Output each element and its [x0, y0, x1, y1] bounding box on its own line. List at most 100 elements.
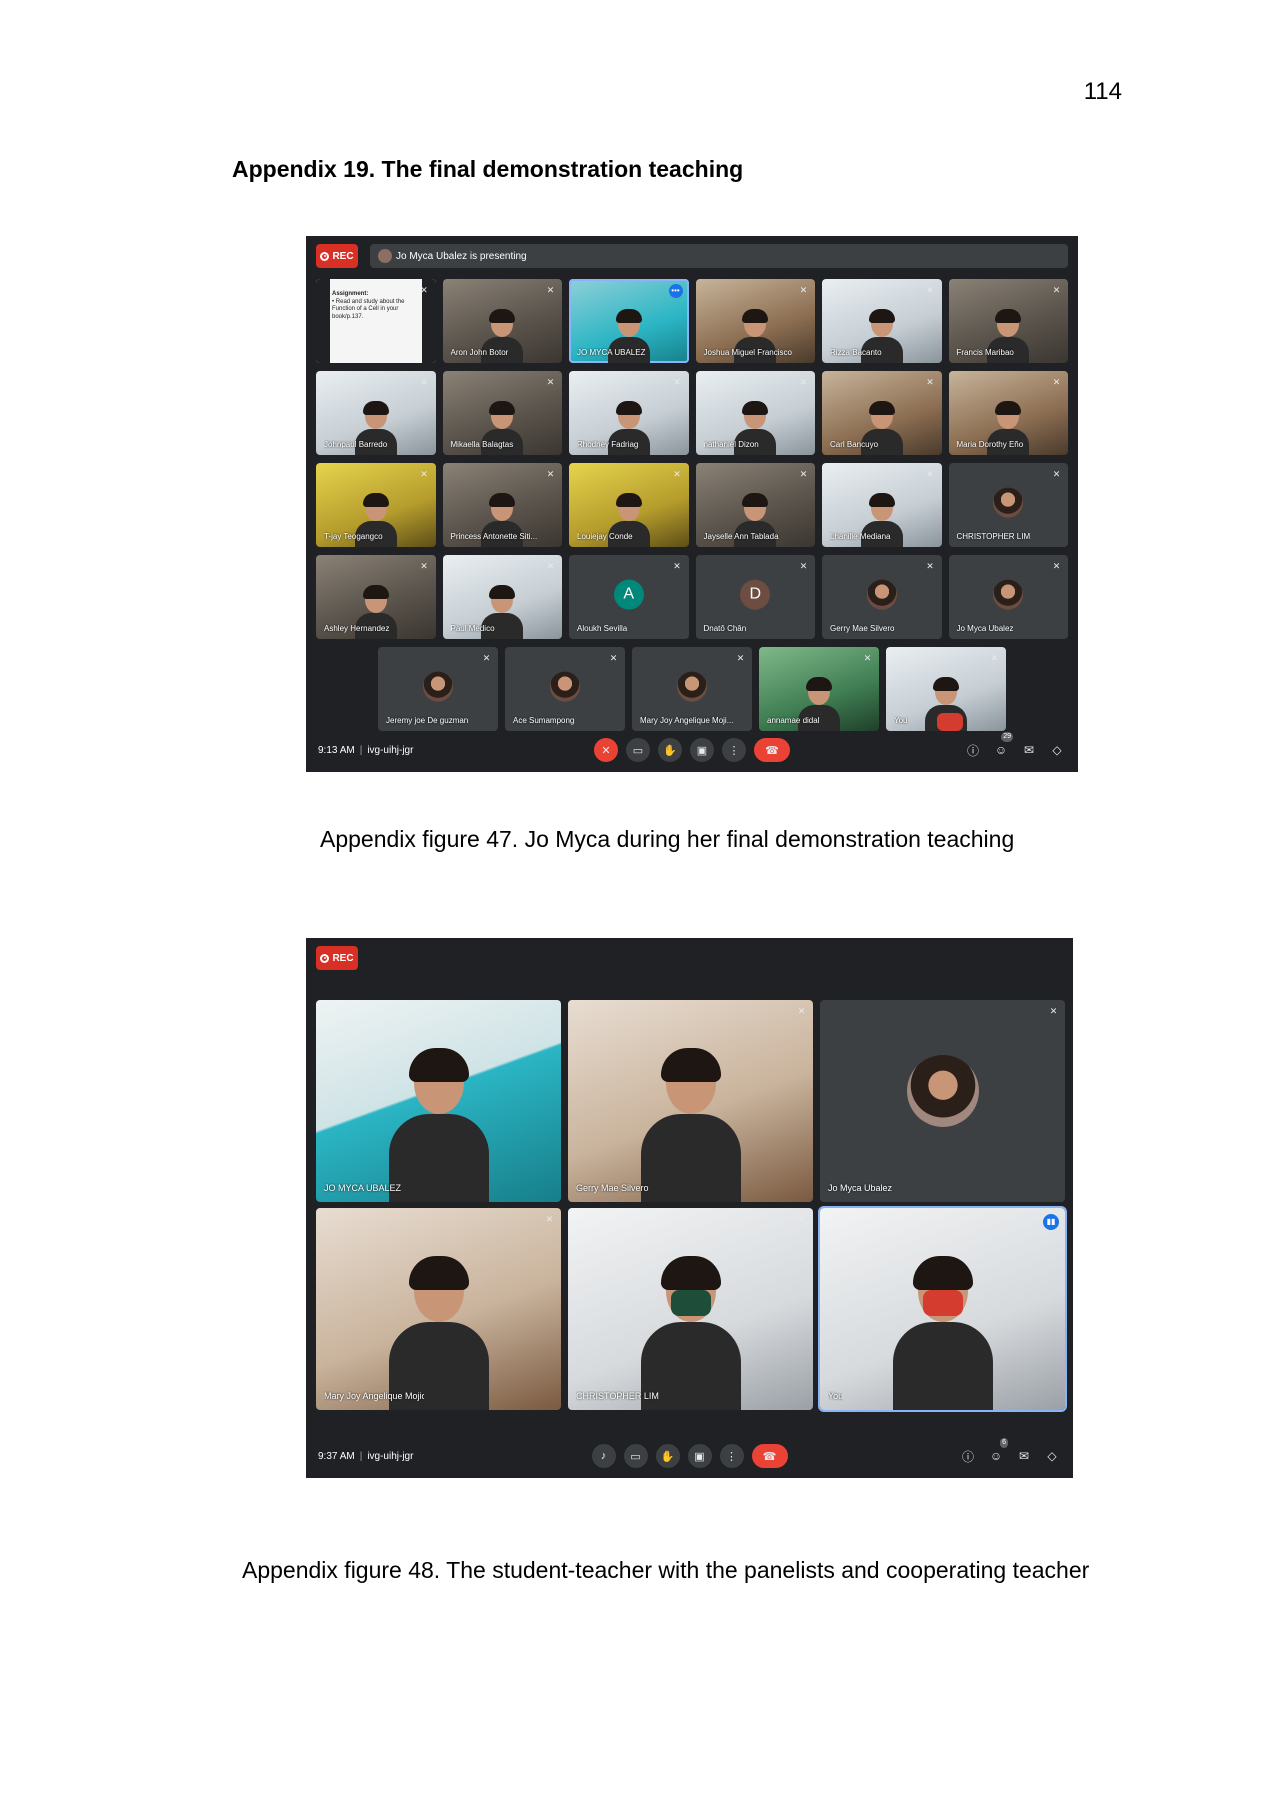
participant-tile[interactable]: ✕ CHRISTOPHER LIM [948, 463, 1068, 547]
present-button[interactable]: ▣ [687, 1444, 712, 1468]
participant-tile[interactable]: Assignment: • Read and study about the Fu… [316, 279, 436, 363]
chat-button[interactable]: ✉ [1015, 1444, 1033, 1468]
present-button[interactable]: ▣ [690, 738, 714, 762]
face-mask [922, 1290, 963, 1316]
participant-tile[interactable]: ✕ Lhanille Mediana [822, 463, 942, 547]
mic-off-icon: ✕ [926, 377, 934, 387]
participant-tile[interactable]: ✕ Ace Sumampong [505, 647, 625, 731]
call-controls: ♪ ▭ ✋ ▣ ⋮ ☎ [591, 1444, 788, 1468]
participant-tile[interactable]: ✕ Jo Myca Ubalez [820, 1000, 1065, 1202]
camera-button[interactable]: ▭ [626, 738, 650, 762]
participant-name: You [828, 1391, 844, 1401]
speaking-indicator-icon: ••• [668, 284, 683, 298]
participant-tile[interactable]: ✕ Mary Joy Angelique Mojica [316, 1208, 561, 1410]
figure-body [892, 1322, 993, 1410]
participant-tile[interactable]: ✕ Jayselle Ann Tablada [695, 463, 815, 547]
more-options-button[interactable]: ⋮ [719, 1444, 744, 1468]
mic-off-icon: ✕ [482, 653, 491, 663]
participant-tile[interactable]: ✕ annamae didal [759, 647, 879, 731]
info-button[interactable]: ⓘ [959, 1444, 977, 1468]
participant-tile[interactable]: ✕ T-jay Teogangco [316, 463, 436, 547]
meeting-time: 9:13 AM [318, 745, 355, 756]
participant-tile[interactable]: ✕ Jo Myca Ubalez [948, 555, 1068, 639]
participant-tile[interactable]: ✕ Rhodney Fadriag [569, 371, 689, 455]
info-button[interactable]: ⓘ [964, 738, 982, 762]
participant-avatar: A [613, 579, 644, 610]
participant-name: T-jay Teogangco [324, 532, 383, 541]
participant-tile[interactable]: ✕ CHRISTOPHER LIM [568, 1208, 813, 1410]
figure-hair [868, 401, 895, 415]
participant-tile[interactable]: ✕ Mikaella Balagtas [442, 371, 562, 455]
mic-off-icon: ✕ [546, 561, 555, 571]
participant-name: Carl Bancuyo [830, 440, 879, 449]
mic-off-icon: ✕ [799, 285, 808, 295]
meeting-info: 9:13 AM | ivg-uihj-jgr [318, 745, 413, 756]
activities-icon: ◇ [1047, 1449, 1057, 1463]
people-button[interactable]: ☺ 29 [992, 732, 1013, 762]
figure-47-caption: Appendix figure 47. Jo Myca during her f… [320, 826, 1015, 852]
meeting-code: ivg-uihj-jgr [367, 1451, 414, 1462]
figure-hair [742, 309, 769, 323]
participant-tile[interactable]: ✕ Louiejay Conde [569, 463, 689, 547]
participant-tile[interactable]: ✕ You [886, 647, 1006, 731]
figure-hair [489, 401, 516, 415]
participant-name: Jeremy joe De guzman [386, 716, 469, 725]
participant-tile[interactable]: A ✕ Aloukh Sevilla [569, 555, 689, 639]
participant-tile[interactable]: JO MYCA UBALEZ [316, 1000, 561, 1202]
more-options-button[interactable]: ⋮ [722, 738, 746, 762]
participant-figure [388, 1048, 489, 1202]
participant-tile[interactable]: ✕ Ashley Hernandez [316, 555, 436, 639]
participant-tile[interactable]: ••• JO MYCA UBALEZ [569, 279, 689, 363]
people-button[interactable]: ☺ 6 [987, 1438, 1008, 1468]
participant-tile[interactable]: ✕ Princess Antonette Siti... [442, 463, 562, 547]
raise-hand-button[interactable]: ✋ [655, 1444, 680, 1468]
chat-button[interactable]: ✉ [1020, 738, 1038, 762]
people-icon: ☺ [989, 1449, 1003, 1463]
participant-tile[interactable]: D ✕ Dnatô Chân [695, 555, 815, 639]
participant-name: Johnpaul Barredo [324, 440, 388, 449]
mic-off-icon: ✕ [601, 744, 611, 757]
participant-name: nathaniel Dizon [703, 440, 759, 449]
participant-tile[interactable]: ✕ Aron John Botor [442, 279, 562, 363]
participant-name: You [894, 716, 908, 725]
participant-tile[interactable]: ✕ Jeremy joe De guzman [378, 647, 498, 731]
camera-button[interactable]: ▭ [623, 1444, 648, 1468]
meeting-time: 9:37 AM [318, 1451, 355, 1462]
participant-tile[interactable]: ✕ Joshua Miguel Francisco [695, 279, 815, 363]
mic-off-button[interactable]: ✕ [594, 738, 618, 762]
slide-body: • Read and study about the Function of a… [332, 298, 405, 320]
participant-tile[interactable]: ✕ Maria Dorothy Eño [948, 371, 1068, 455]
end-call-button[interactable]: ☎ [751, 1444, 788, 1468]
presenting-banner[interactable]: Jo Myca Ubalez is presenting [370, 244, 1068, 268]
participant-name: Ashley Hernandez [324, 624, 390, 633]
participant-tile[interactable]: ✕ Paul Medico [442, 555, 562, 639]
participant-name: Lhanille Mediana [830, 532, 891, 541]
participant-figure [388, 1256, 489, 1410]
presenting-text: Jo Myca Ubalez is presenting [396, 250, 527, 262]
end-call-button[interactable]: ☎ [754, 738, 790, 762]
participant-tile[interactable]: ✕ Carl Bancuyo [822, 371, 942, 455]
participant-tile[interactable]: ✕ Francis Maribao [948, 279, 1068, 363]
figure-hair [742, 401, 769, 415]
figure-hair [362, 585, 389, 599]
participant-tile[interactable]: ✕ Johnpaul Barredo [316, 371, 436, 455]
recording-badge: REC [316, 946, 358, 970]
activities-button[interactable]: ◇ [1043, 1444, 1061, 1468]
mic-off-icon: ✕ [420, 285, 428, 295]
participant-tile[interactable]: ✕ Mary Joy Angelique Moji... [632, 647, 752, 731]
participant-avatar [550, 671, 580, 702]
participant-tile[interactable]: ▮▮ You [818, 1206, 1067, 1412]
participant-figure [892, 1256, 993, 1410]
participant-tile[interactable]: ✕ Gerry Mae Silvero [568, 1000, 813, 1202]
side-panel-buttons: ⓘ ☺ 29 ✉ ◇ [964, 732, 1066, 762]
mic-button[interactable]: ♪ [591, 1444, 616, 1468]
participant-tile[interactable]: ✕ Rizza Bacanto [822, 279, 942, 363]
participant-tile[interactable]: ✕ nathaniel Dizon [695, 371, 815, 455]
separator: | [359, 1451, 363, 1462]
figure-hair [995, 309, 1022, 323]
activities-button[interactable]: ◇ [1048, 738, 1066, 762]
raise-hand-button[interactable]: ✋ [658, 738, 682, 762]
participant-tile[interactable]: ✕ Gerry Mae Silvero [822, 555, 942, 639]
participant-name: Jo Myca Ubalez [956, 624, 1014, 633]
figure-48-caption: Appendix figure 48. The student-teacher … [242, 1557, 1090, 1583]
